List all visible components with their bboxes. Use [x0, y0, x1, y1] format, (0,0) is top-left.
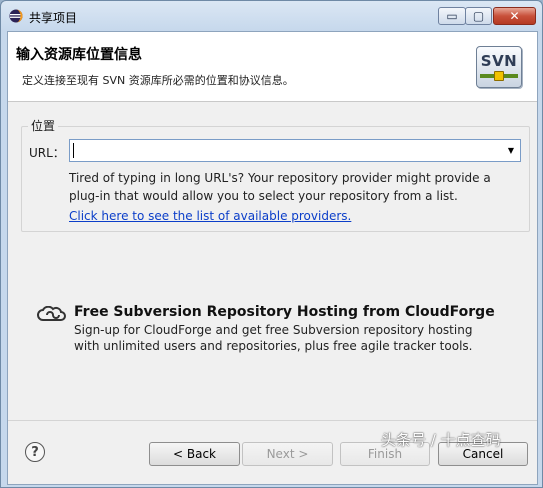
minimize-icon: ▭	[446, 9, 458, 23]
chevron-down-icon[interactable]: ▼	[504, 141, 518, 160]
svn-logo-node	[494, 71, 504, 81]
close-icon: ✕	[509, 9, 520, 23]
cloudforge-description-line: Sign-up for CloudForge and get free Subv…	[74, 323, 473, 337]
wizard-banner: 输入资源库位置信息 定义连接至现有 SVN 资源库所必需的位置和协议信息。 SV…	[8, 32, 537, 102]
maximize-icon: ▢	[472, 9, 485, 23]
providers-link[interactable]: Click here to see the list of available …	[69, 209, 351, 223]
minimize-button[interactable]: ▭	[438, 7, 466, 25]
window-title: 共享项目	[29, 11, 78, 25]
svn-logo-icon: SVN	[476, 46, 522, 88]
text-caret	[73, 143, 74, 158]
title-bar[interactable]: 共享项目 ▭ ▢ ✕	[1, 1, 542, 31]
cloudforge-description-line: with unlimited users and repositories, p…	[74, 339, 473, 353]
footer-divider	[8, 420, 537, 421]
url-input[interactable]	[74, 140, 498, 162]
url-hint-text: Tired of typing in long URL's? Your repo…	[69, 171, 491, 203]
cloudforge-title: Free Subversion Repository Hosting from …	[74, 304, 495, 320]
svn-logo-text: SVN	[480, 52, 518, 70]
banner-description: 定义连接至现有 SVN 资源库所必需的位置和协议信息。	[22, 74, 294, 87]
next-button[interactable]: Next >	[242, 442, 333, 466]
cloudforge-description: Sign-up for CloudForge and get free Subv…	[74, 322, 472, 354]
banner-title: 输入资源库位置信息	[16, 47, 142, 63]
cloudforge-icon	[37, 306, 66, 321]
wizard-window: 共享项目 ▭ ▢ ✕ 输入资源库位置信息 定义连接至现有 SVN 资源库所必需的…	[0, 0, 543, 488]
back-button[interactable]: < Back	[149, 442, 240, 466]
url-combobox[interactable]: ▼	[69, 139, 521, 162]
close-button[interactable]: ✕	[493, 7, 536, 25]
wizard-content: 输入资源库位置信息 定义连接至现有 SVN 资源库所必需的位置和协议信息。 SV…	[7, 31, 538, 485]
location-group-label: 位置	[28, 117, 59, 134]
eclipse-icon	[9, 9, 23, 23]
url-label: URL：	[29, 146, 65, 160]
help-icon[interactable]: ?	[25, 442, 45, 462]
watermark: 头条号 / 十点查码	[381, 431, 501, 449]
maximize-button[interactable]: ▢	[465, 7, 492, 25]
